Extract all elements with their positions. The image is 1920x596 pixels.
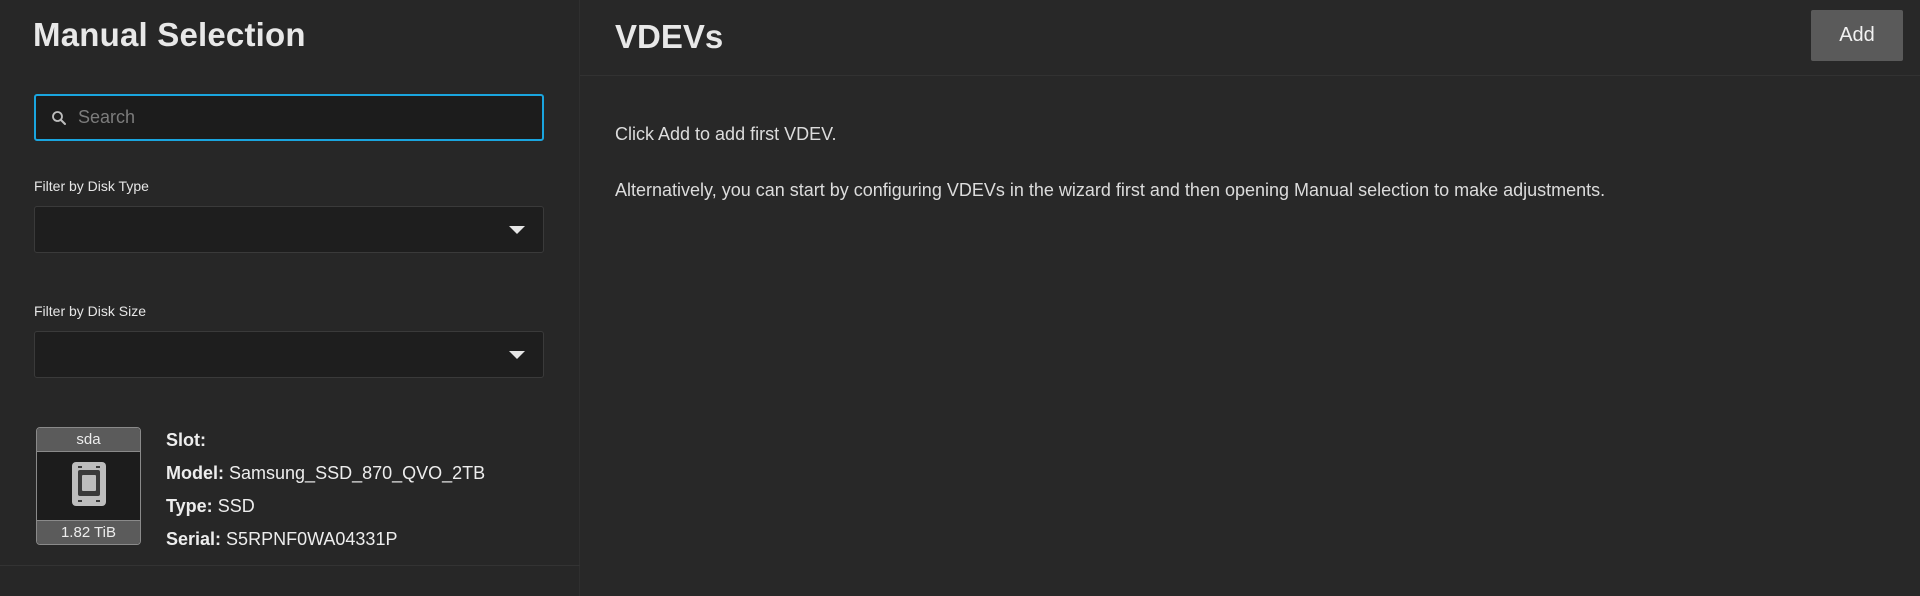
disk-serial: Serial: S5RPNF0WA04331P xyxy=(166,529,398,549)
filter-disk-type-select[interactable] xyxy=(34,206,544,253)
filter-disk-size-select[interactable] xyxy=(34,331,544,378)
empty-message: Click Add to add first VDEV. xyxy=(615,124,837,144)
disk-details: Slot: Model: Samsung_SSD_870_QVO_2TB Typ… xyxy=(166,424,485,556)
filter-disk-size-label: Filter by Disk Size xyxy=(34,303,147,319)
disk-slot: Slot: xyxy=(166,430,206,450)
search-box[interactable] xyxy=(34,94,544,141)
disk-model: Model: Samsung_SSD_870_QVO_2TB xyxy=(166,463,486,483)
add-vdev-button[interactable]: Add xyxy=(1811,10,1903,61)
disk-card-sda[interactable]: sda 1.82 TiB xyxy=(36,427,141,545)
alternative-message: Alternatively, you can start by configur… xyxy=(615,180,1606,200)
chevron-down-icon xyxy=(509,226,525,234)
manual-disk-selection-dialog: Manual Selection Filter by Disk Type Fil… xyxy=(0,0,1920,596)
vdevs-title: VDEVs xyxy=(615,18,724,55)
disk-name: sda xyxy=(37,428,140,452)
search-input[interactable] xyxy=(78,96,542,139)
manual-selection-panel: Manual Selection Filter by Disk Type Fil… xyxy=(0,0,580,596)
panel-title: Manual Selection xyxy=(33,16,306,53)
vdevs-panel: VDEVs Add Click Add to add first VDEV. A… xyxy=(580,0,1920,596)
search-icon xyxy=(48,107,70,129)
chevron-down-icon xyxy=(509,351,525,359)
ssd-icon xyxy=(70,460,108,513)
divider xyxy=(0,565,580,566)
disk-type: Type: SSD xyxy=(166,496,255,516)
vdevs-header: VDEVs Add xyxy=(580,0,1920,76)
disk-size: 1.82 TiB xyxy=(37,520,140,544)
filter-disk-type-label: Filter by Disk Type xyxy=(34,178,149,194)
